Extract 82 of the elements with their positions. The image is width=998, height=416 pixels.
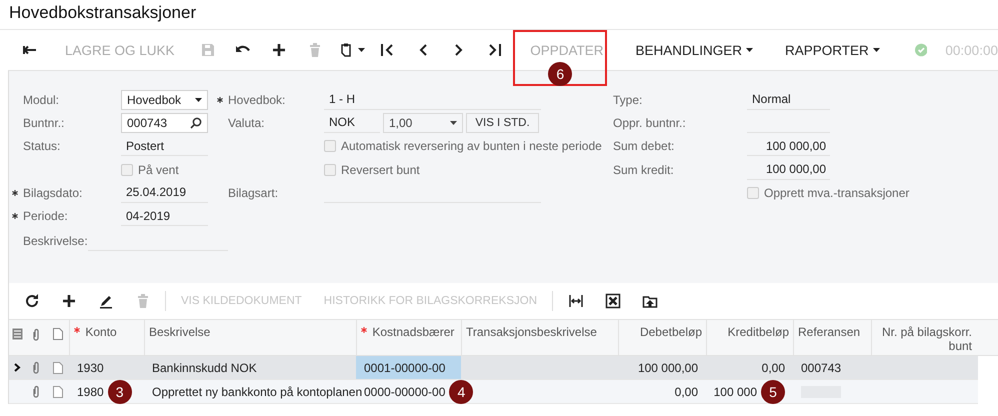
currency-view-button[interactable]: VIS I STD.	[466, 112, 539, 133]
caret-icon	[358, 48, 365, 52]
field-label: Status:	[23, 139, 60, 154]
value-field: 1 - H	[324, 90, 541, 110]
checkbox[interactable]: Reversert bunt	[324, 162, 420, 177]
check-circle-icon	[914, 43, 928, 57]
paperclip-icon	[32, 385, 40, 398]
table-row[interactable]: 1980 3 Opprettet ny bankkonto på kontoplanen 0000-00000-00 4 0,00 100 000 5	[9, 380, 978, 404]
field-label: Type:	[613, 92, 642, 107]
table-cell: 0,00	[674, 384, 698, 398]
save-icon	[200, 42, 216, 58]
column-header[interactable]: Debetbeløp	[623, 325, 702, 339]
table-cell: 1930	[77, 360, 104, 374]
field-label: Buntnr.:	[23, 116, 64, 130]
table-cell: 100 000	[714, 384, 757, 398]
notes-icon	[12, 328, 22, 340]
fit-columns-icon	[568, 293, 584, 309]
field-label: Bilagsart:	[228, 186, 278, 200]
table-cell: Opprettet ny bankkonto på kontoplanen	[152, 384, 362, 398]
caret-icon	[872, 48, 880, 52]
annotation-badge: 5	[761, 380, 785, 404]
toolbar-button[interactable]: RAPPORTER	[774, 36, 891, 64]
field-label: Valuta:	[228, 116, 264, 130]
currency-field: NOK	[324, 112, 380, 133]
table-row[interactable]: 1930 Bankinnskudd NOK 0001-00000-00 100 000,00 0,00 000743	[9, 356, 978, 380]
field-label: Modul:	[23, 92, 60, 107]
column-header[interactable]: Transaksjonsbeskrivelse	[466, 325, 597, 339]
refresh-icon	[24, 293, 40, 309]
caret-icon	[746, 48, 754, 52]
page-title: Hovedbokstransaksjoner	[8, 2, 198, 24]
add-icon	[271, 42, 288, 58]
field-label: Periode:	[23, 209, 68, 224]
annotation-badge: 6	[548, 62, 572, 86]
column-header[interactable]: Kreditbeløp	[711, 325, 789, 339]
edit-icon	[98, 293, 114, 309]
table-cell: 100 000,00	[638, 360, 698, 374]
value-field: 100 000,00	[747, 160, 830, 180]
value-field: 100 000,00	[747, 136, 830, 156]
field-label: Beskrivelse:	[23, 234, 88, 248]
field-label: Sum kredit:	[613, 162, 674, 177]
search-icon	[190, 116, 202, 129]
last-page-icon	[487, 42, 504, 58]
field-label: Bilagsdato:	[23, 186, 82, 200]
column-header[interactable]: Referansen	[798, 325, 860, 339]
value-field: 25.04.2019	[121, 182, 208, 203]
field-label: Sum debet:	[613, 139, 674, 154]
checkbox[interactable]: På vent	[121, 162, 179, 177]
table-cell: 0001-00000-00	[364, 360, 446, 374]
rate-select[interactable]: 1,00	[383, 112, 463, 133]
table-cell: 1980	[77, 384, 104, 398]
paperclip-icon	[32, 361, 40, 374]
field-label: Hovedbok:	[228, 92, 286, 107]
add-icon	[60, 293, 76, 309]
column-header[interactable]: Kostnadsbærer	[372, 325, 454, 339]
column-header[interactable]: Konto	[85, 325, 117, 339]
column-header[interactable]: Beskrivelse	[149, 325, 210, 339]
annotation-badge: 4	[449, 380, 474, 404]
lookup-field[interactable]: 000743	[121, 112, 208, 133]
checkbox[interactable]: Opprett mva.-transaksjoner	[747, 186, 910, 200]
file-icon	[53, 386, 63, 398]
table-cell: 0000-00000-00	[364, 384, 446, 398]
select-field[interactable]: Hovedbok	[121, 90, 208, 110]
caret-icon	[450, 120, 457, 125]
value-field: 04-2019	[121, 206, 208, 226]
annotation-badge: 3	[108, 380, 132, 404]
table-cell: 000743	[801, 360, 842, 374]
excel-export-icon	[604, 293, 621, 309]
column-header[interactable]: Nr. på bilagskorr. bunt	[876, 325, 972, 353]
first-page-icon	[379, 42, 396, 58]
file-icon	[53, 328, 63, 340]
paperclip-icon	[32, 328, 40, 341]
value-field: Normal	[747, 90, 830, 110]
checkbox[interactable]: Automatisk reversering av bunten i neste periode	[324, 139, 602, 154]
value-field: Postert	[121, 136, 208, 156]
table-cell: 0,00	[762, 360, 785, 374]
toolbar-button[interactable]: BEHANDLINGER	[624, 36, 764, 64]
field-label: Oppr. buntnr.:	[613, 116, 686, 130]
caret-icon	[195, 98, 202, 102]
current-row-icon	[14, 363, 20, 372]
file-icon	[53, 362, 63, 374]
timer: 00:00:00	[945, 42, 998, 58]
table-cell: Bankinnskudd NOK	[152, 360, 257, 374]
